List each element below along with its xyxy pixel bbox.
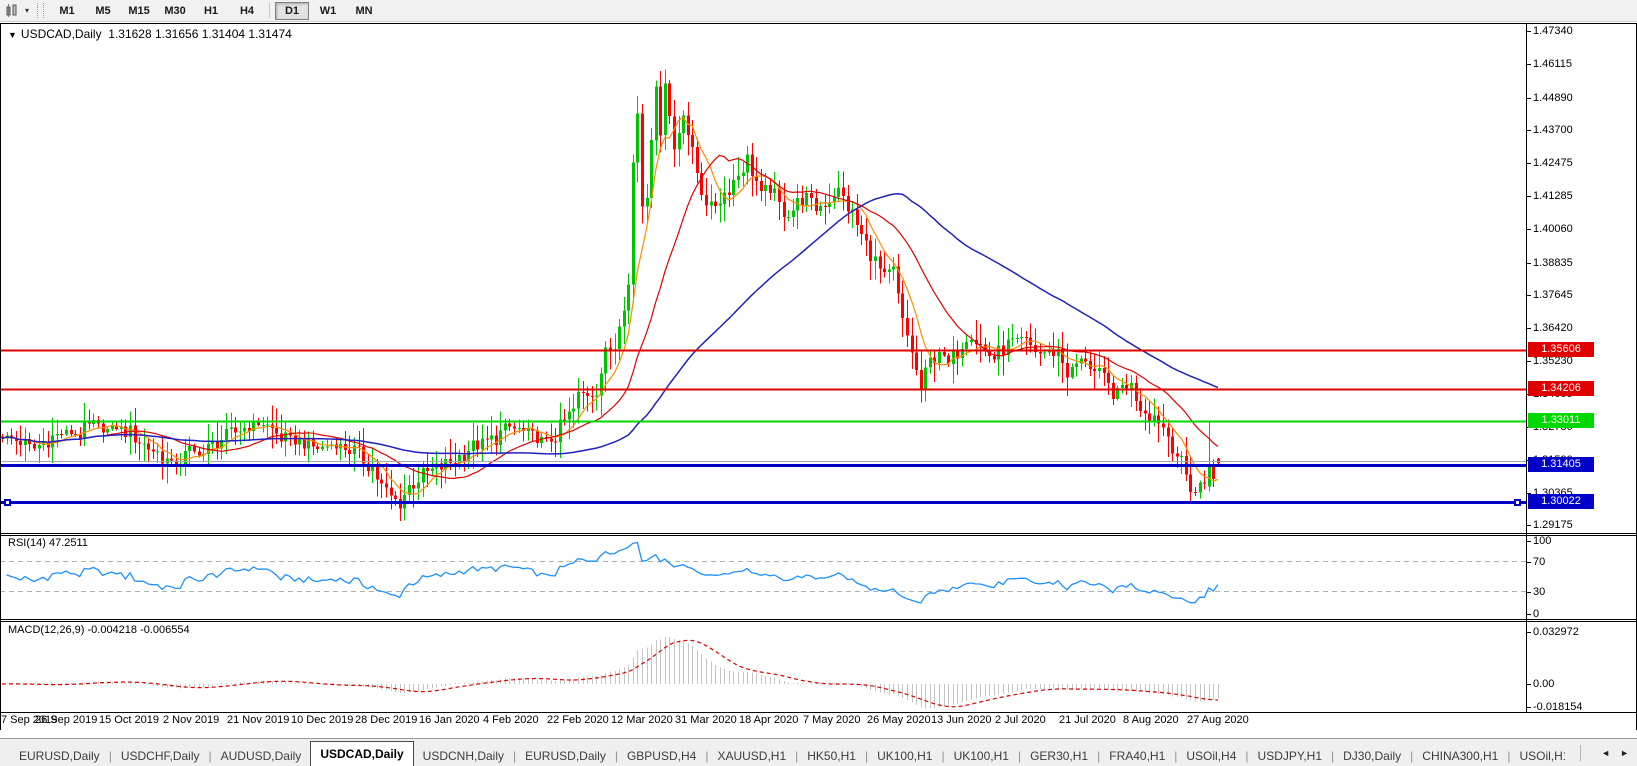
macd-axis-label: -0.018154	[1533, 701, 1583, 713]
symbol-tab-eurusd-daily[interactable]: EURUSD,Daily	[516, 746, 615, 766]
rsi-axis-label: 0	[1533, 608, 1540, 620]
chart-shift-icon[interactable]	[4, 3, 24, 18]
timeframe-button-m5[interactable]: M5	[86, 2, 120, 20]
symbol-tab-usdjpy-h1[interactable]: USDJPY,H1	[1249, 746, 1331, 766]
toolbar-grip	[37, 3, 45, 18]
1.40060-tick-mark	[1527, 229, 1531, 230]
price-axis-label: 1.41285	[1533, 190, 1573, 202]
rsi-axis-label: 100	[1533, 535, 1552, 547]
price-line-badge: 1.33011	[1528, 413, 1594, 428]
rsi-tick-mark	[1527, 614, 1531, 615]
rsi-tick-mark	[1527, 592, 1531, 593]
symbol-tab-xauusd-h1[interactable]: XAUUSD,H1	[708, 746, 795, 766]
date-axis-label: 12 Mar 2020	[611, 714, 673, 726]
date-axis-label: 21 Nov 2019	[227, 714, 290, 726]
1.38835-tick-mark	[1527, 263, 1531, 264]
price-axis-label: 1.47340	[1533, 25, 1573, 37]
rsi-tick-mark	[1527, 541, 1531, 542]
timeframe-button-d1[interactable]: D1	[275, 1, 310, 20]
date-axis-label: 31 Mar 2020	[675, 714, 737, 726]
symbol-tab-hk50-h1[interactable]: HK50,H1	[798, 746, 865, 766]
symbol-tab-uk100-h1[interactable]: UK100,H1	[945, 746, 1018, 766]
date-axis-label: 4 Feb 2020	[483, 714, 539, 726]
symbol-tab-usdcnh-daily[interactable]: USDCNH,Daily	[414, 746, 513, 766]
date-axis-label: 10 Dec 2019	[291, 714, 354, 726]
timeframe-button-h4[interactable]: H4	[230, 2, 264, 20]
timeframe-button-mn[interactable]: MN	[347, 2, 381, 20]
timeframe-button-m1[interactable]: M1	[50, 2, 84, 20]
rsi-axis-label: 70	[1533, 556, 1546, 568]
symbol-tab-usoil-h4[interactable]: USOil,H4	[1177, 746, 1245, 766]
rsi-axis-label: 30	[1533, 586, 1546, 598]
price-line-badge: 1.31405	[1528, 457, 1594, 472]
rsi-tick-mark	[1527, 562, 1531, 563]
symbol-tab-china300-h1[interactable]: CHINA300,H1	[1413, 746, 1507, 766]
price-axis-label: 1.29175	[1533, 519, 1573, 531]
price-axis-label: 1.42475	[1533, 157, 1573, 169]
price-axis-label: 1.40060	[1533, 223, 1573, 235]
chevron-down-icon[interactable]: ▾	[25, 6, 29, 15]
price-line-badge: 1.35606	[1528, 342, 1594, 357]
symbol-tab-uk100-h1[interactable]: UK100,H1	[868, 746, 941, 766]
1.42475-tick-mark	[1527, 163, 1531, 164]
date-axis-label: 8 Aug 2020	[1123, 714, 1179, 726]
symbol-tab-ger30-h1[interactable]: GER30,H1	[1021, 746, 1097, 766]
date-axis-label: 15 Oct 2019	[99, 714, 159, 726]
1.37645-tick-mark	[1527, 295, 1531, 296]
date-axis-label: 28 Dec 2019	[355, 714, 418, 726]
symbol-tab-usdchf-daily[interactable]: USDCHF,Daily	[112, 746, 209, 766]
timeframe-button-w1[interactable]: W1	[311, 2, 345, 20]
symbol-tab-audusd-daily[interactable]: AUDUSD,Daily	[212, 746, 311, 766]
date-axis-label: 18 Apr 2020	[739, 714, 799, 726]
date-axis-label: 2 Nov 2019	[163, 714, 220, 726]
price-axis-label: 1.43700	[1533, 124, 1573, 136]
date-axis-label: 2 Jul 2020	[995, 714, 1046, 726]
1.44890-tick-mark	[1527, 98, 1531, 99]
chart-plot-area[interactable]	[0, 24, 1527, 712]
date-axis-label: 26 Sep 2019	[35, 714, 98, 726]
timeframe-toolbar: ▾ M1 M5 M15 M30 H1 H4 D1 W1 MN	[0, 0, 1637, 22]
1.35230-tick-mark	[1527, 361, 1531, 362]
toolbar-separator	[269, 3, 271, 18]
date-axis-label: 7 May 2020	[803, 714, 861, 726]
timeframe-button-m15[interactable]: M15	[122, 2, 156, 20]
1.43700-tick-mark	[1527, 130, 1531, 131]
1.47340-tick-mark	[1527, 31, 1531, 32]
price-axis-label: 1.37645	[1533, 289, 1573, 301]
1.29175-tick-mark	[1527, 525, 1531, 526]
1.46115-tick-mark	[1527, 64, 1531, 65]
symbol-tab-usdcad-daily[interactable]: USDCAD,Daily	[310, 741, 414, 766]
price-axis-label: 1.44890	[1533, 92, 1573, 104]
date-axis-label: 16 Jan 2020	[419, 714, 480, 726]
macd-tick-mark	[1527, 684, 1531, 685]
date-axis-label: 27 Aug 2020	[1187, 714, 1249, 726]
macd-axis-label: 0.00	[1533, 678, 1555, 690]
1.41285-tick-mark	[1527, 196, 1531, 197]
date-axis-label: 21 Jul 2020	[1059, 714, 1116, 726]
macd-tick-mark	[1527, 707, 1531, 708]
symbol-tab-eurusd-daily[interactable]: EURUSD,Daily	[10, 746, 109, 766]
price-axis-label: 1.38835	[1533, 257, 1573, 269]
mt4-chart-window: ▾ M1 M5 M15 M30 H1 H4 D1 W1 MN ▼ USDCAD,Daily 1.3…	[0, 0, 1637, 766]
symbol-tabbar: EURUSD,Daily | USDCHF,Daily | AUDUSD,Daily US…	[0, 738, 1637, 766]
tab-scroll-left-icon[interactable]: ◄	[1601, 748, 1610, 758]
timeframe-button-m30[interactable]: M30	[158, 2, 192, 20]
macd-tick-mark	[1527, 632, 1531, 633]
date-axis-label: 13 Jun 2020	[931, 714, 992, 726]
symbol-tab-usoil-h1[interactable]: USOil,H1	[1510, 746, 1565, 766]
price-line-badge: 1.34206	[1528, 381, 1594, 396]
macd-axis-label: 0.032972	[1533, 626, 1579, 638]
tab-scroll-right-icon[interactable]: ►	[1620, 748, 1629, 758]
price-line-badge: 1.30022	[1528, 494, 1594, 509]
date-axis-label: 22 Feb 2020	[547, 714, 609, 726]
symbol-tab-gbpusd-h4[interactable]: GBPUSD,H4	[618, 746, 705, 766]
1.36420-tick-mark	[1527, 328, 1531, 329]
timeframe-button-h1[interactable]: H1	[194, 2, 228, 20]
symbol-tab-dj30-daily[interactable]: DJ30,Daily	[1334, 746, 1410, 766]
date-axis-label: 26 May 2020	[867, 714, 931, 726]
price-axis-label: 1.36420	[1533, 322, 1573, 334]
symbol-tab-fra40-h1[interactable]: FRA40,H1	[1100, 746, 1174, 766]
price-axis-label: 1.46115	[1533, 58, 1572, 70]
